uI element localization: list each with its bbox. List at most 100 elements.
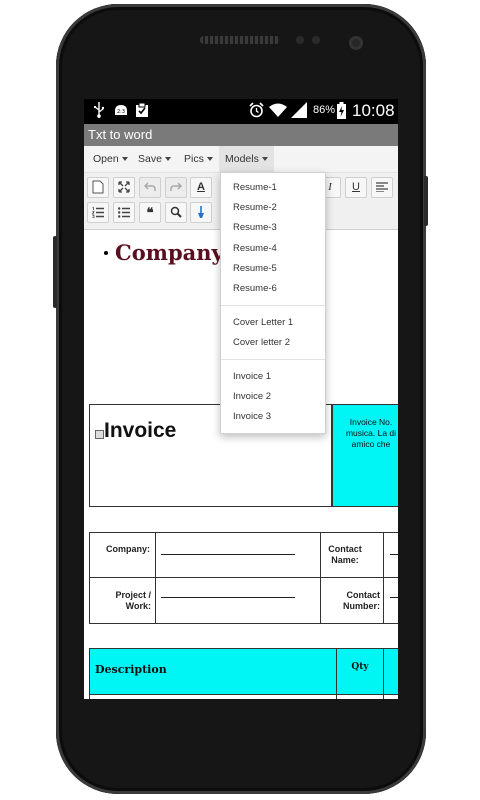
numbered-list-button[interactable]	[87, 202, 109, 223]
contact-number-input-line	[390, 597, 398, 598]
app-title: Txt to word	[88, 127, 153, 142]
menu-models[interactable]: Models	[219, 146, 274, 172]
qty-header: Qty	[351, 662, 369, 672]
power-button	[424, 176, 428, 226]
bullet-list-icon	[118, 207, 130, 218]
project-label-line-1: Project /	[115, 590, 151, 600]
company-input-line	[161, 554, 295, 555]
status-bar: 2:3 86% 10:08	[84, 99, 398, 124]
model-invoice-3[interactable]: Invoice 3	[233, 411, 271, 422]
model-cover-letter-1[interactable]: Cover Letter 1	[233, 317, 293, 328]
paint-brush-icon	[198, 206, 204, 218]
bullet-list-button[interactable]	[113, 202, 135, 223]
menu-save[interactable]: Save	[132, 146, 177, 172]
details-col-divider-1	[155, 532, 156, 624]
menu-pics[interactable]: Pics	[178, 146, 219, 172]
model-resume-3[interactable]: Resume-3	[233, 222, 277, 233]
company-label: Company:	[105, 544, 150, 554]
clipboard-icon	[135, 102, 149, 121]
invoice-image-placeholder-icon	[95, 430, 104, 439]
maximize-icon	[118, 181, 130, 193]
usb-icon	[94, 102, 105, 121]
redo-icon	[170, 182, 183, 191]
find-button[interactable]	[165, 202, 187, 223]
proximity-sensor	[296, 36, 304, 44]
underline-icon: U	[352, 181, 360, 193]
text-color-button[interactable]: A	[190, 177, 212, 198]
screen: 2:3 86% 10:08 Txt to word Open Save Pics…	[84, 99, 398, 699]
models-dropdown-menu: Resume-1 Resume-2 Resume-3 Resume-4 Resu…	[220, 172, 326, 434]
wifi-icon	[269, 102, 287, 121]
dropdown-divider	[221, 305, 325, 306]
company-heading: Company	[115, 240, 224, 265]
chevron-down-icon	[121, 157, 128, 162]
model-resume-5[interactable]: Resume-5	[233, 263, 277, 274]
contact-name-label: Contact Name:	[324, 544, 366, 566]
svg-text:2:3: 2:3	[117, 109, 125, 115]
details-col-divider-2	[320, 532, 321, 624]
menu-models-label: Models	[225, 153, 259, 165]
redo-button[interactable]	[165, 177, 187, 198]
signal-icon	[291, 102, 307, 121]
fullscreen-button[interactable]	[113, 177, 135, 198]
document-icon	[92, 180, 104, 194]
chevron-down-icon	[261, 157, 268, 162]
contact-number-label-line-2: Number:	[342, 601, 380, 611]
battery-icon	[337, 102, 346, 122]
menu-open-label: Open	[93, 153, 119, 165]
contact-name-input-line	[390, 554, 398, 555]
blockquote-button[interactable]: ❝	[139, 202, 161, 223]
align-left-icon	[376, 182, 388, 193]
model-invoice-2[interactable]: Invoice 2	[233, 391, 271, 402]
front-camera	[349, 36, 363, 50]
project-label-line-2: Work:	[125, 601, 151, 611]
numbered-list-icon	[91, 207, 104, 218]
volume-button	[53, 236, 57, 308]
model-cover-letter-2[interactable]: Cover letter 2	[233, 337, 290, 348]
qty-body-cell[interactable]	[336, 694, 384, 699]
alarm-icon	[249, 102, 264, 121]
project-input-line	[161, 597, 295, 598]
menu-open[interactable]: Open	[87, 146, 134, 172]
description-body-cell[interactable]	[89, 694, 337, 699]
details-table-row-divider	[89, 577, 398, 578]
menu-save-label: Save	[138, 153, 162, 165]
invoice-info-line-2: musica. La di	[345, 428, 397, 438]
paint-format-button[interactable]	[190, 202, 212, 223]
light-sensor	[312, 36, 320, 44]
invoice-title: Invoice	[104, 419, 177, 442]
next-body-cell[interactable]	[383, 694, 398, 699]
earpiece-speaker	[200, 36, 280, 44]
italic-icon: I	[328, 181, 332, 193]
description-header: Description	[95, 663, 167, 676]
details-col-divider-3	[383, 532, 384, 624]
contact-number-label-line-1: Contact	[346, 590, 381, 600]
model-resume-6[interactable]: Resume-6	[233, 283, 277, 294]
model-resume-4[interactable]: Resume-4	[233, 243, 277, 254]
underline-button[interactable]: U	[345, 177, 367, 198]
contact-name-label-line-2: Name:	[331, 555, 359, 565]
model-invoice-1[interactable]: Invoice 1	[233, 371, 271, 382]
project-label: Project / Work:	[94, 590, 151, 612]
dropdown-divider	[221, 359, 325, 360]
chevron-down-icon	[206, 157, 213, 162]
new-document-button[interactable]	[87, 177, 109, 198]
voicemail-icon: 2:3	[113, 102, 129, 121]
undo-button[interactable]	[139, 177, 161, 198]
next-header-cell	[383, 648, 398, 695]
clock: 10:08	[352, 101, 395, 120]
app-title-bar: Txt to word	[84, 124, 398, 146]
contact-name-label-line-1: Contact	[328, 544, 362, 554]
invoice-info-line-3: amico che	[351, 439, 391, 449]
menu-bar: Open Save Pics Models	[84, 146, 398, 173]
align-left-button[interactable]	[371, 177, 393, 198]
model-resume-1[interactable]: Resume-1	[233, 182, 277, 193]
menu-pics-label: Pics	[184, 153, 204, 165]
quote-icon: ❝	[146, 205, 154, 220]
text-color-icon: A	[197, 181, 205, 193]
invoice-info-text: Invoice No. musica. La di amico che	[336, 417, 398, 450]
model-resume-2[interactable]: Resume-2	[233, 202, 277, 213]
undo-icon	[143, 182, 156, 191]
bullet-point	[104, 251, 108, 255]
chevron-down-icon	[164, 157, 171, 162]
